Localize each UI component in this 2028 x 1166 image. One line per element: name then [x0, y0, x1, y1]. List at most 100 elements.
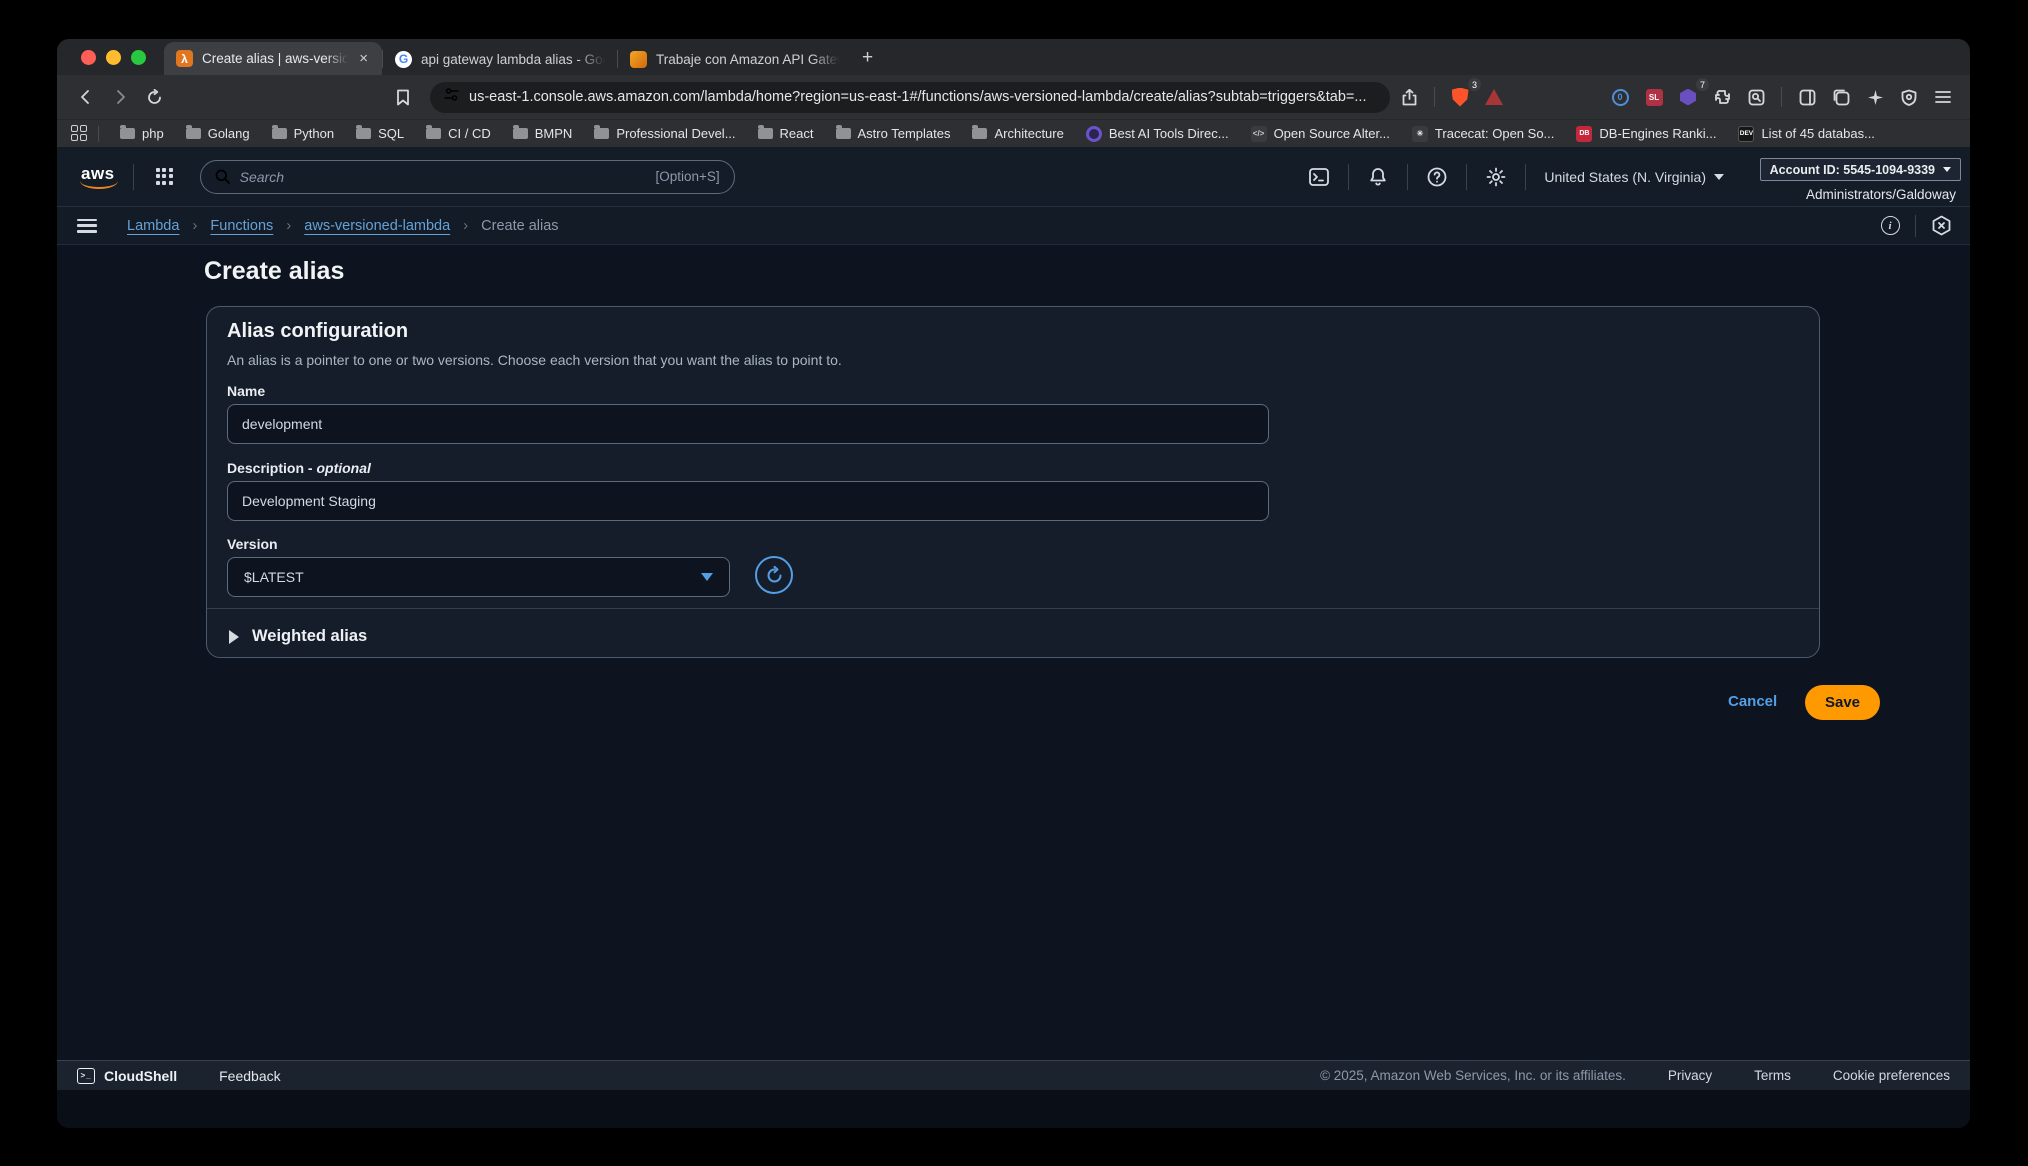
bookmark-item[interactable]: SQL — [347, 122, 413, 146]
bookmark-item[interactable]: CI / CD — [417, 122, 500, 146]
bookmark-item[interactable]: ✳Tracecat: Open So... — [1403, 122, 1563, 146]
bookmark-item[interactable]: Best AI Tools Direc... — [1077, 122, 1238, 146]
search-shortcut-hint: [Option+S] — [655, 169, 719, 184]
new-tab-button[interactable]: + — [862, 47, 873, 69]
tab-group-icon[interactable] — [1826, 82, 1856, 112]
notifications-bell-icon[interactable] — [1361, 160, 1395, 194]
extensions-puzzle-icon[interactable] — [1707, 82, 1737, 112]
folder-icon — [426, 128, 441, 139]
bookmarks-bar: php Golang Python SQL CI / CD BMPN Profe… — [57, 119, 1970, 147]
tab-create-alias[interactable]: λ Create alias | aws-versioned-la × — [164, 42, 382, 75]
bookmark-item[interactable]: Python — [263, 122, 343, 146]
description-field[interactable] — [227, 481, 1269, 521]
bookmark-item[interactable]: DBDB-Engines Ranki... — [1567, 122, 1725, 146]
cookie-preferences-link[interactable]: Cookie preferences — [1833, 1068, 1950, 1083]
apps-grid-icon[interactable] — [71, 125, 88, 142]
brave-shield-icon[interactable]: 3 — [1445, 82, 1475, 112]
aws-footer: >_ CloudShell Feedback © 2025, Amazon We… — [57, 1060, 1970, 1090]
bookmark-label: SQL — [378, 126, 404, 141]
tools-hexagon-icon[interactable] — [1928, 213, 1954, 239]
weighted-alias-expander[interactable]: Weighted alias — [229, 627, 367, 646]
optional-label: optional — [316, 460, 370, 476]
card-title: Alias configuration — [227, 320, 408, 343]
info-icon[interactable]: i — [1877, 213, 1903, 239]
close-window-button[interactable] — [81, 50, 96, 65]
cloudshell-label: CloudShell — [104, 1068, 177, 1084]
tracecat-icon: ✳ — [1412, 126, 1428, 142]
region-selector[interactable]: United States (N. Virginia) — [1544, 169, 1724, 185]
extension-onepassword-icon[interactable]: 0 — [1605, 82, 1635, 112]
bookmark-item[interactable]: React — [749, 122, 823, 146]
aws-logo[interactable]: aws — [75, 164, 121, 190]
help-icon[interactable] — [1420, 160, 1454, 194]
breadcrumb-chevron: › — [192, 217, 197, 234]
ai-sparkle-icon[interactable] — [1860, 82, 1890, 112]
breadcrumb-functions[interactable]: Functions — [210, 218, 273, 234]
bookmark-item[interactable]: Golang — [177, 122, 259, 146]
search-tabs-icon[interactable] — [1741, 82, 1771, 112]
version-select[interactable]: $LATEST — [227, 557, 730, 597]
bookmark-icon[interactable] — [388, 82, 418, 112]
breadcrumb-function-name[interactable]: aws-versioned-lambda — [304, 218, 450, 234]
extension-sl-icon[interactable]: SL — [1639, 82, 1669, 112]
maximize-window-button[interactable] — [131, 50, 146, 65]
bookmark-item[interactable]: BMPN — [504, 122, 582, 146]
save-button[interactable]: Save — [1805, 685, 1880, 720]
bookmark-label: Professional Devel... — [616, 126, 735, 141]
tab-google-search[interactable]: G api gateway lambda alias - Google — [383, 43, 617, 75]
cloudshell-icon[interactable] — [1302, 160, 1336, 194]
forward-button[interactable] — [105, 82, 135, 112]
bookmark-label: BMPN — [535, 126, 573, 141]
aws-search-bar[interactable]: [Option+S] — [200, 160, 735, 194]
url-text[interactable]: us-east-1.console.aws.amazon.com/lambda/… — [469, 89, 1366, 105]
warning-triangle-icon[interactable] — [1479, 82, 1509, 112]
settings-gear-icon[interactable] — [1479, 160, 1513, 194]
back-button[interactable] — [71, 82, 101, 112]
desktop-background: λ Create alias | aws-versioned-la × G ap… — [0, 0, 2028, 1166]
share-icon[interactable] — [1394, 82, 1424, 112]
terms-link[interactable]: Terms — [1754, 1068, 1791, 1083]
url-bar[interactable]: us-east-1.console.aws.amazon.com/lambda/… — [430, 82, 1390, 113]
cloudshell-footer-button[interactable]: >_ CloudShell — [77, 1068, 177, 1084]
tab-api-gateway-docs[interactable]: Trabaje con Amazon API Gateway — [618, 43, 852, 75]
bookmark-label: React — [780, 126, 814, 141]
folder-icon — [758, 128, 773, 139]
refresh-versions-button[interactable] — [755, 556, 793, 594]
extension-badge: 7 — [1696, 78, 1709, 91]
name-field[interactable] — [227, 404, 1269, 444]
search-input[interactable] — [240, 169, 646, 185]
privacy-link[interactable]: Privacy — [1668, 1068, 1712, 1083]
nav-menu-icon[interactable] — [77, 219, 97, 233]
bookmark-item[interactable]: Astro Templates — [827, 122, 960, 146]
folder-icon — [272, 128, 287, 139]
footer-links: © 2025, Amazon Web Services, Inc. or its… — [1320, 1068, 1950, 1083]
bookmark-item[interactable]: Professional Devel... — [585, 122, 744, 146]
google-favicon: G — [395, 51, 412, 68]
services-grid-icon[interactable] — [156, 168, 174, 186]
breadcrumb: Lambda › Functions › aws-versioned-lambd… — [127, 217, 559, 234]
reload-button[interactable] — [139, 82, 169, 112]
site-settings-icon[interactable] — [444, 87, 459, 107]
header-separator — [1348, 164, 1349, 190]
bookmark-label: Python — [294, 126, 334, 141]
chevron-down-icon — [1943, 167, 1951, 172]
close-tab-icon[interactable]: × — [357, 50, 370, 67]
account-id-menu[interactable]: Account ID: 5545-1094-9339 — [1760, 158, 1961, 181]
breadcrumb-lambda[interactable]: Lambda — [127, 218, 179, 234]
card-description: An alias is a pointer to one or two vers… — [227, 352, 842, 368]
sidebar-icon[interactable] — [1792, 82, 1822, 112]
privacy-shield-icon[interactable] — [1894, 82, 1924, 112]
folder-icon — [186, 128, 201, 139]
toolbar-separator — [1434, 87, 1435, 107]
breadcrumb-chevron: › — [463, 217, 468, 234]
bookmark-item[interactable]: </>Open Source Alter... — [1242, 122, 1399, 146]
feedback-link[interactable]: Feedback — [219, 1068, 280, 1084]
minimize-window-button[interactable] — [106, 50, 121, 65]
menu-icon[interactable] — [1928, 82, 1958, 112]
bookmark-item[interactable]: Architecture — [963, 122, 1072, 146]
bookmark-item[interactable]: DEVList of 45 databas... — [1729, 122, 1883, 146]
bookmark-item[interactable]: php — [111, 122, 173, 146]
dev-icon: DEV — [1738, 126, 1754, 142]
cancel-button[interactable]: Cancel — [1728, 693, 1777, 710]
extension-purple-icon[interactable]: 7 — [1673, 82, 1703, 112]
